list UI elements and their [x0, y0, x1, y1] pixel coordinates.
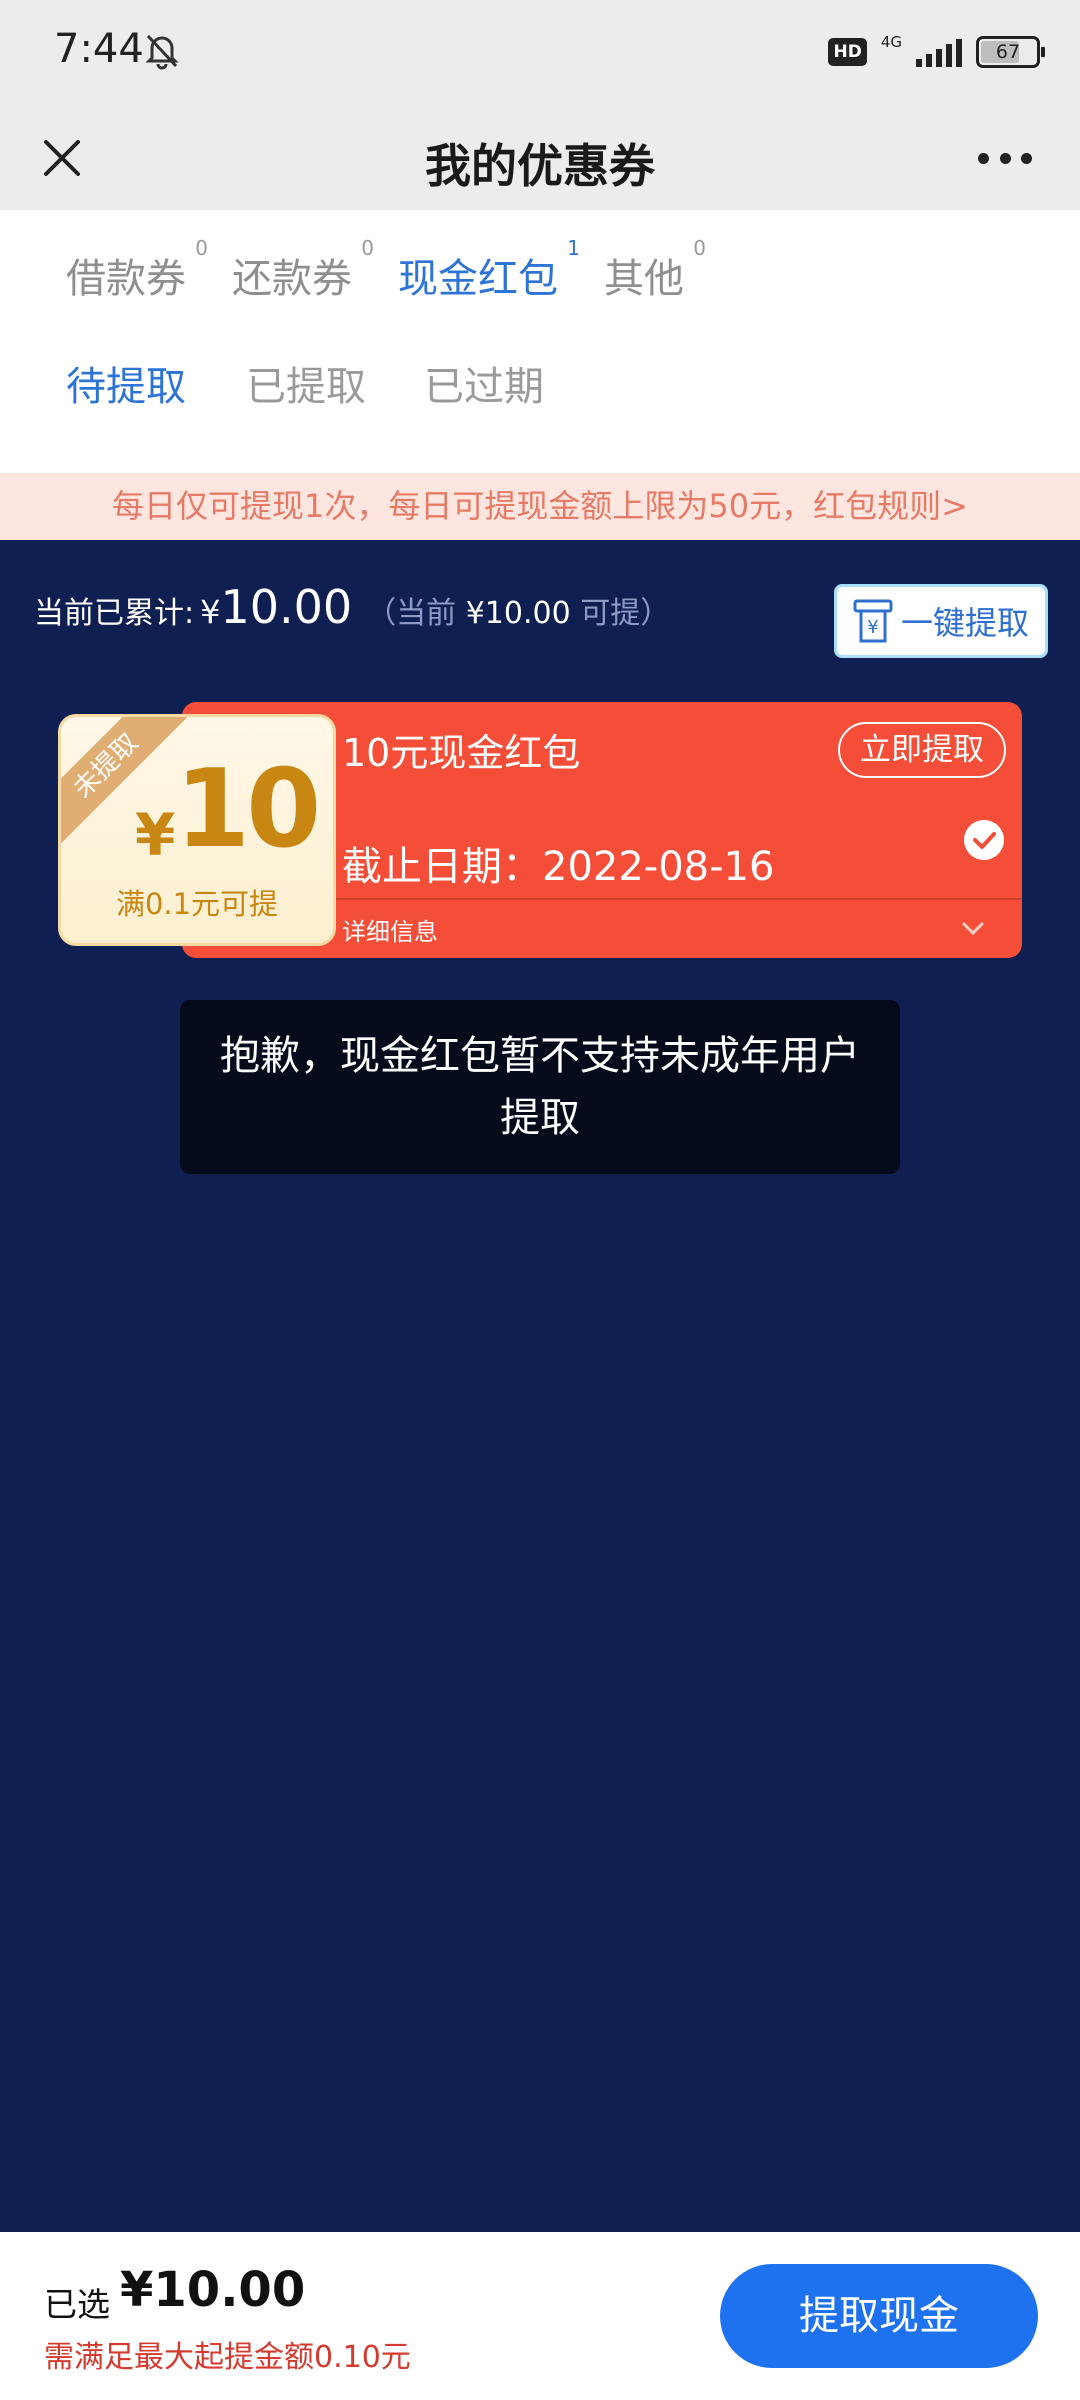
status-bar: 7:44 HD 4G 67 — [0, 0, 1080, 106]
subtab-claimed[interactable]: 已提取 — [246, 354, 366, 412]
bell-muted-icon — [145, 34, 179, 70]
more-options-icon[interactable] — [970, 126, 1040, 190]
rules-notice-link[interactable]: 每日仅可提现1次，每日可提现金额上限为50元，红包规则> — [0, 473, 1080, 540]
nav-bar: 我的优惠券 — [0, 106, 1080, 210]
paren-close: 可提） — [580, 596, 671, 631]
requirement-text: 需满足最大起提金额0.10元 — [44, 2340, 411, 2375]
chevron-down-icon[interactable] — [958, 916, 988, 940]
withdraw-cash-button[interactable]: 提取现金 — [720, 2264, 1038, 2368]
hd-badge: HD — [828, 38, 867, 66]
claim-now-button[interactable]: 立即提取 — [838, 722, 1006, 778]
coupon-condition: 满0.1元可提 — [115, 887, 279, 921]
toast-message: 抱歉，现金红包暂不支持未成年用户提取 — [180, 1000, 900, 1174]
tab-count: 0 — [195, 236, 208, 260]
tab-count: 0 — [693, 236, 706, 260]
battery-icon: 67 — [976, 36, 1045, 68]
accumulated-amount: 10.00 — [220, 580, 353, 634]
one-click-label: 一键提取 — [900, 604, 1029, 642]
accumulated-label: 当前已累计: — [34, 596, 195, 631]
tabs-area: 借款券 0 还款券 0 现金红包 1 其他 0 待提取 已提取 已过期 — [0, 210, 1080, 473]
available-note: （当前 ¥10.00 可提） — [366, 588, 670, 632]
tab-label: 现金红包 — [398, 256, 558, 302]
tab-label: 还款券 — [232, 256, 352, 302]
tab-count: 1 — [567, 236, 580, 260]
status-time: 7:44 — [54, 26, 144, 72]
available-amount: ¥10.00 — [465, 596, 571, 631]
coupon-currency: ¥ — [135, 801, 176, 869]
subtab-expired[interactable]: 已过期 — [424, 354, 544, 412]
coupon-title: 10元现金红包 — [342, 731, 581, 775]
card-divider — [336, 898, 1022, 900]
coupon-value: 10 — [175, 747, 321, 872]
tab-cash-redpacket[interactable]: 现金红包 1 — [398, 236, 580, 304]
svg-text:¥: ¥ — [867, 617, 878, 638]
paren-open: （当前 — [366, 596, 457, 631]
selected-amount: ¥10.00 — [120, 2262, 306, 2318]
one-click-withdraw-button[interactable]: ¥ 一键提取 — [834, 584, 1048, 658]
selected-label: 已选 — [44, 2285, 110, 2324]
cash-machine-icon: ¥ — [853, 599, 893, 643]
bottom-bar: 已选 ¥10.00 需满足最大起提金额0.10元 提取现金 — [0, 2232, 1080, 2400]
page-title: 我的优惠券 — [425, 139, 655, 193]
checkmark-icon[interactable] — [964, 820, 1004, 860]
battery-level: 67 — [995, 41, 1021, 63]
accumulated-summary: 当前已累计: ¥ 10.00 （当前 ¥10.00 可提） — [34, 580, 670, 634]
tab-other[interactable]: 其他 0 — [604, 236, 706, 304]
details-link[interactable]: 详细信息 — [342, 912, 438, 947]
subtab-pending[interactable]: 待提取 — [66, 354, 186, 412]
tab-loan-coupon[interactable]: 借款券 0 — [66, 236, 208, 304]
tab-repay-coupon[interactable]: 还款券 0 — [232, 236, 374, 304]
tab-count: 0 — [361, 236, 374, 260]
tab-label: 其他 — [604, 256, 684, 302]
currency-symbol: ¥ — [200, 593, 221, 631]
coupon-value-panel: 未提取 ¥ 10 满0.1元可提 — [58, 714, 336, 946]
network-type: 4G — [880, 32, 902, 51]
coupon-deadline: 截止日期：2022-08-16 — [342, 844, 775, 890]
tab-label: 借款券 — [66, 256, 186, 302]
signal-icon — [916, 37, 962, 67]
